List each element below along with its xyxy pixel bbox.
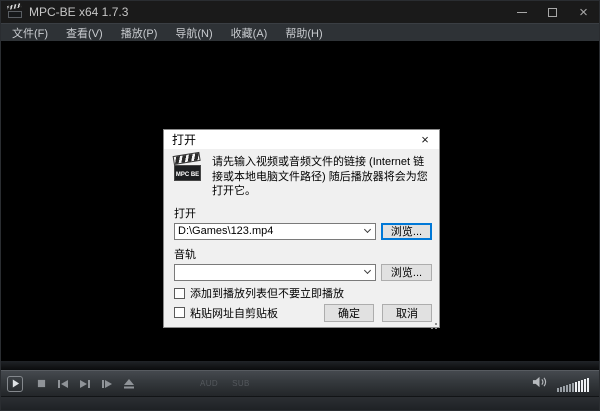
stop-icon [37,379,46,388]
control-bar: AUD SUB [1,370,599,396]
speaker-icon [532,376,547,388]
dialog-description-row: MPC BE 请先输入视频或音频文件的链接 (Internet 链接或本地电脑文… [174,155,432,199]
menu-file[interactable]: 文件(F) [3,24,57,41]
cancel-button[interactable]: 取消 [382,304,432,322]
close-icon: × [421,132,429,147]
audio-field-row: 浏览... [174,264,432,281]
open-dialog-titlebar[interactable]: 打开 × [164,130,439,149]
next-button[interactable] [74,375,96,393]
dialog-resize-grip[interactable] [435,323,437,325]
mute-button[interactable] [532,375,547,393]
volume-controls [532,375,591,393]
menubar: 文件(F) 查看(V) 播放(P) 导航(N) 收藏(A) 帮助(H) [1,23,599,41]
ok-button[interactable]: 确定 [324,304,374,322]
maximize-icon [548,8,557,17]
chevron-down-icon [364,226,371,233]
dialog-bottom-row: 粘贴网址自剪贴板 确定 取消 [174,304,432,322]
open-dialog-close-button[interactable]: × [411,130,439,149]
play-button[interactable] [7,376,23,392]
menu-help[interactable]: 帮助(H) [276,24,331,41]
previous-icon [57,379,69,389]
step-button[interactable] [96,375,118,393]
open-path-combobox[interactable]: D:\Games\123.mp4 [174,223,376,240]
next-icon [79,379,91,389]
paste-url-label[interactable]: 粘贴网址自剪贴板 [190,305,278,321]
audio-field-label: 音轨 [174,246,432,262]
minimize-button[interactable] [506,1,537,23]
open-field-label: 打开 [174,205,432,221]
status-strip [1,396,599,410]
audio-path-combobox[interactable] [174,264,376,281]
mpc-be-icon-label: MPC BE [174,165,201,181]
play-icon [11,379,20,388]
titlebar[interactable]: MPC-BE x64 1.7.3 × [1,1,599,23]
step-icon [101,379,113,389]
audio-track-indicator[interactable]: AUD [200,379,218,388]
audio-combobox-dropdown[interactable] [360,271,375,273]
eject-button[interactable] [118,375,140,393]
window-controls: × [506,1,599,23]
dialog-action-buttons: 确定 取消 [324,304,432,322]
minimize-icon [517,12,527,13]
paste-url-row: 粘贴网址自剪贴板 [174,306,278,319]
open-field-row: D:\Games\123.mp4 浏览... [174,223,432,240]
add-to-playlist-label[interactable]: 添加到播放列表但不要立即播放 [190,285,344,301]
maximize-button[interactable] [537,1,568,23]
menu-navigate[interactable]: 导航(N) [166,24,221,41]
open-dialog-title: 打开 [172,131,196,148]
paste-url-checkbox[interactable] [174,307,185,318]
menu-play[interactable]: 播放(P) [112,24,167,41]
audio-browse-button[interactable]: 浏览... [381,264,432,281]
volume-slider[interactable] [557,376,589,392]
mpc-be-clapperboard-icon: MPC BE [174,155,203,184]
close-button[interactable]: × [568,1,599,23]
subtitle-track-indicator[interactable]: SUB [232,379,250,388]
open-dialog-body: MPC BE 请先输入视频或音频文件的链接 (Internet 链接或本地电脑文… [164,149,439,327]
dialog-description: 请先输入视频或音频文件的链接 (Internet 链接或本地电脑文件路径) 随后… [212,155,432,199]
chevron-down-icon [364,267,371,274]
seek-bar[interactable] [1,360,599,370]
video-area: 打开 × MPC BE 请先输入视频或音频文件的链接 (Internet 链接或… [1,41,599,360]
stop-button[interactable] [30,375,52,393]
add-to-playlist-checkbox[interactable] [174,288,185,299]
eject-icon [123,379,135,389]
open-path-value[interactable]: D:\Games\123.mp4 [175,225,360,237]
open-combobox-dropdown[interactable] [360,230,375,232]
add-to-playlist-row: 添加到播放列表但不要立即播放 [174,287,432,300]
open-browse-button[interactable]: 浏览... [381,223,432,240]
menu-view[interactable]: 查看(V) [57,24,112,41]
window-title: MPC-BE x64 1.7.3 [29,5,128,19]
menu-favorites[interactable]: 收藏(A) [222,24,277,41]
close-icon: × [579,5,588,20]
open-dialog: 打开 × MPC BE 请先输入视频或音频文件的链接 (Internet 链接或… [163,129,440,328]
previous-button[interactable] [52,375,74,393]
app-clapperboard-icon [8,5,23,19]
mpc-be-window: MPC-BE x64 1.7.3 × 文件(F) 查看(V) 播放(P) 导航(… [0,0,600,411]
